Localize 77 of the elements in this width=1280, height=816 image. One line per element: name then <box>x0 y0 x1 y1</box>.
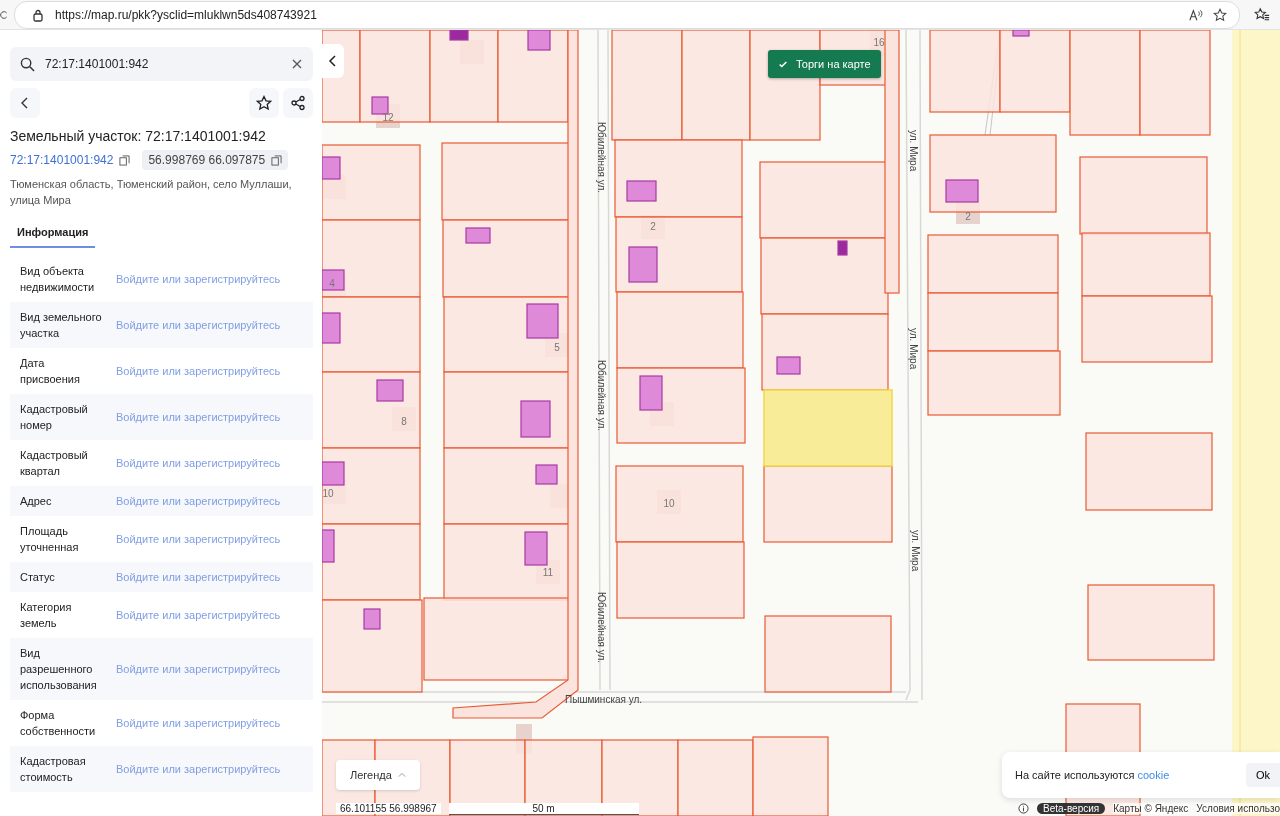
field-label: Вид земельного участка <box>20 310 103 341</box>
caret-icon <box>397 772 406 778</box>
read-aloud-icon[interactable] <box>1189 7 1203 22</box>
street-label: ул. Мира <box>908 130 919 172</box>
field-label: Кадастровая стоимость <box>20 754 87 785</box>
star-icon[interactable] <box>1213 7 1227 22</box>
login-link[interactable]: Войдите или зарегистрируйтесь <box>116 319 281 331</box>
field-label: Адрес <box>20 494 53 509</box>
search-icon <box>20 56 35 72</box>
cookie-notice: На сайте используются cookie <box>1015 769 1171 781</box>
house-number: 2 <box>650 221 656 232</box>
coordinates-chip[interactable]: 56.998769 66.097875 <box>142 150 289 170</box>
copy-icon[interactable] <box>119 154 131 166</box>
street-label: Юбилейная ул. <box>596 360 607 432</box>
login-link[interactable]: Войдите или зарегистрируйтесь <box>116 495 281 507</box>
copyright-text: Карты © Яндекс <box>1113 803 1189 814</box>
login-link[interactable]: Войдите или зарегистрируйтесь <box>116 273 281 285</box>
street-label: ул. Мира <box>910 530 921 572</box>
auctions-toggle-button[interactable]: Торги на карте <box>768 50 881 78</box>
parcel-title: Земельный участок: 72:17:1401001:942 <box>10 128 267 144</box>
login-link[interactable]: Войдите или зарегистрируйтесь <box>116 717 281 729</box>
parcel-address: Тюменская область, Тюменский район, село Муллаши, улица Мира <box>10 177 293 208</box>
share-button[interactable] <box>283 88 313 118</box>
login-link[interactable]: Войдите или зарегистрируйтесь <box>116 457 281 469</box>
login-link[interactable]: Войдите или зарегистрируйтесь <box>116 663 281 675</box>
login-link[interactable]: Войдите или зарегистрируйтесь <box>116 533 281 545</box>
favorite-button[interactable] <box>249 88 279 118</box>
address-bar[interactable]: https://map.ru/pkk?ysclid=mluklwn5ds408743921 <box>14 0 1240 29</box>
house-number: 11 <box>542 567 554 578</box>
lock-icon <box>31 7 45 22</box>
information-tab[interactable]: Информация <box>10 220 96 248</box>
login-link[interactable]: Войдите или зарегистрируйтесь <box>116 609 281 621</box>
house-number: 2 <box>965 211 971 222</box>
cadastral-number-link[interactable]: 72:17:1401001:942 <box>10 153 114 167</box>
search-input[interactable]: 72:17:1401001:942 <box>45 57 281 71</box>
field-label: Статус <box>20 570 56 585</box>
house-number: 16 <box>873 37 885 48</box>
street-label: Юбилейная ул. <box>596 122 607 194</box>
house-number: 10 <box>322 488 334 499</box>
info-icon[interactable] <box>1018 803 1029 814</box>
login-link[interactable]: Войдите или зарегистрируйтесь <box>116 571 281 583</box>
house-number: 10 <box>663 498 675 509</box>
url-text: https://map.ru/pkk?ysclid=mluklwn5ds408743921 <box>55 7 317 22</box>
house-number: 8 <box>401 416 407 427</box>
collapse-panel-button[interactable] <box>322 44 344 78</box>
ok-button[interactable]: Ok <box>1245 763 1280 787</box>
field-label: Кадастровый номер <box>20 402 89 433</box>
beta-badge: Beta-версия <box>1037 803 1106 814</box>
chevron-left-icon <box>327 55 339 67</box>
field-label: Форма собственности <box>20 708 97 739</box>
field-label: Кадастровый квартал <box>20 448 89 479</box>
cookie-link[interactable]: cookie <box>1137 769 1170 781</box>
cursor-coordinates: 66.101155 56.998967 <box>336 803 441 814</box>
field-label: Категория земель <box>20 600 73 631</box>
street-label: Пышминская ул. <box>565 694 643 705</box>
share-icon <box>290 95 306 111</box>
street-label: ул. Мира <box>908 328 919 370</box>
login-link[interactable]: Войдите или зарегистрируйтесь <box>116 411 281 423</box>
street-label: Юбилейная ул. <box>596 592 607 664</box>
legend-button[interactable]: Легенда <box>336 760 420 790</box>
house-number: 12 <box>382 112 394 123</box>
login-link[interactable]: Войдите или зарегистрируйтесь <box>116 365 281 377</box>
close-icon[interactable] <box>291 58 303 70</box>
house-number: 5 <box>554 342 560 353</box>
favorites-icon[interactable] <box>1254 7 1270 22</box>
field-label: Вид объекта недвижимости <box>20 264 96 295</box>
login-link[interactable]: Войдите или зарегистрируйтесь <box>116 763 281 775</box>
field-label: Вид разрешенного использования <box>20 646 98 693</box>
coordinates-text: 56.998769 66.097875 <box>148 153 266 167</box>
search-field[interactable]: 72:17:1401001:942 <box>10 47 313 81</box>
copy-icon[interactable] <box>271 154 283 166</box>
star-icon <box>256 95 272 111</box>
field-label: Дата присвоения <box>20 356 81 387</box>
terms-link[interactable]: Условия использо <box>1196 803 1280 814</box>
field-label: Площадь уточненная <box>20 524 80 555</box>
back-button[interactable] <box>10 88 40 118</box>
house-number: 4 <box>329 278 335 289</box>
